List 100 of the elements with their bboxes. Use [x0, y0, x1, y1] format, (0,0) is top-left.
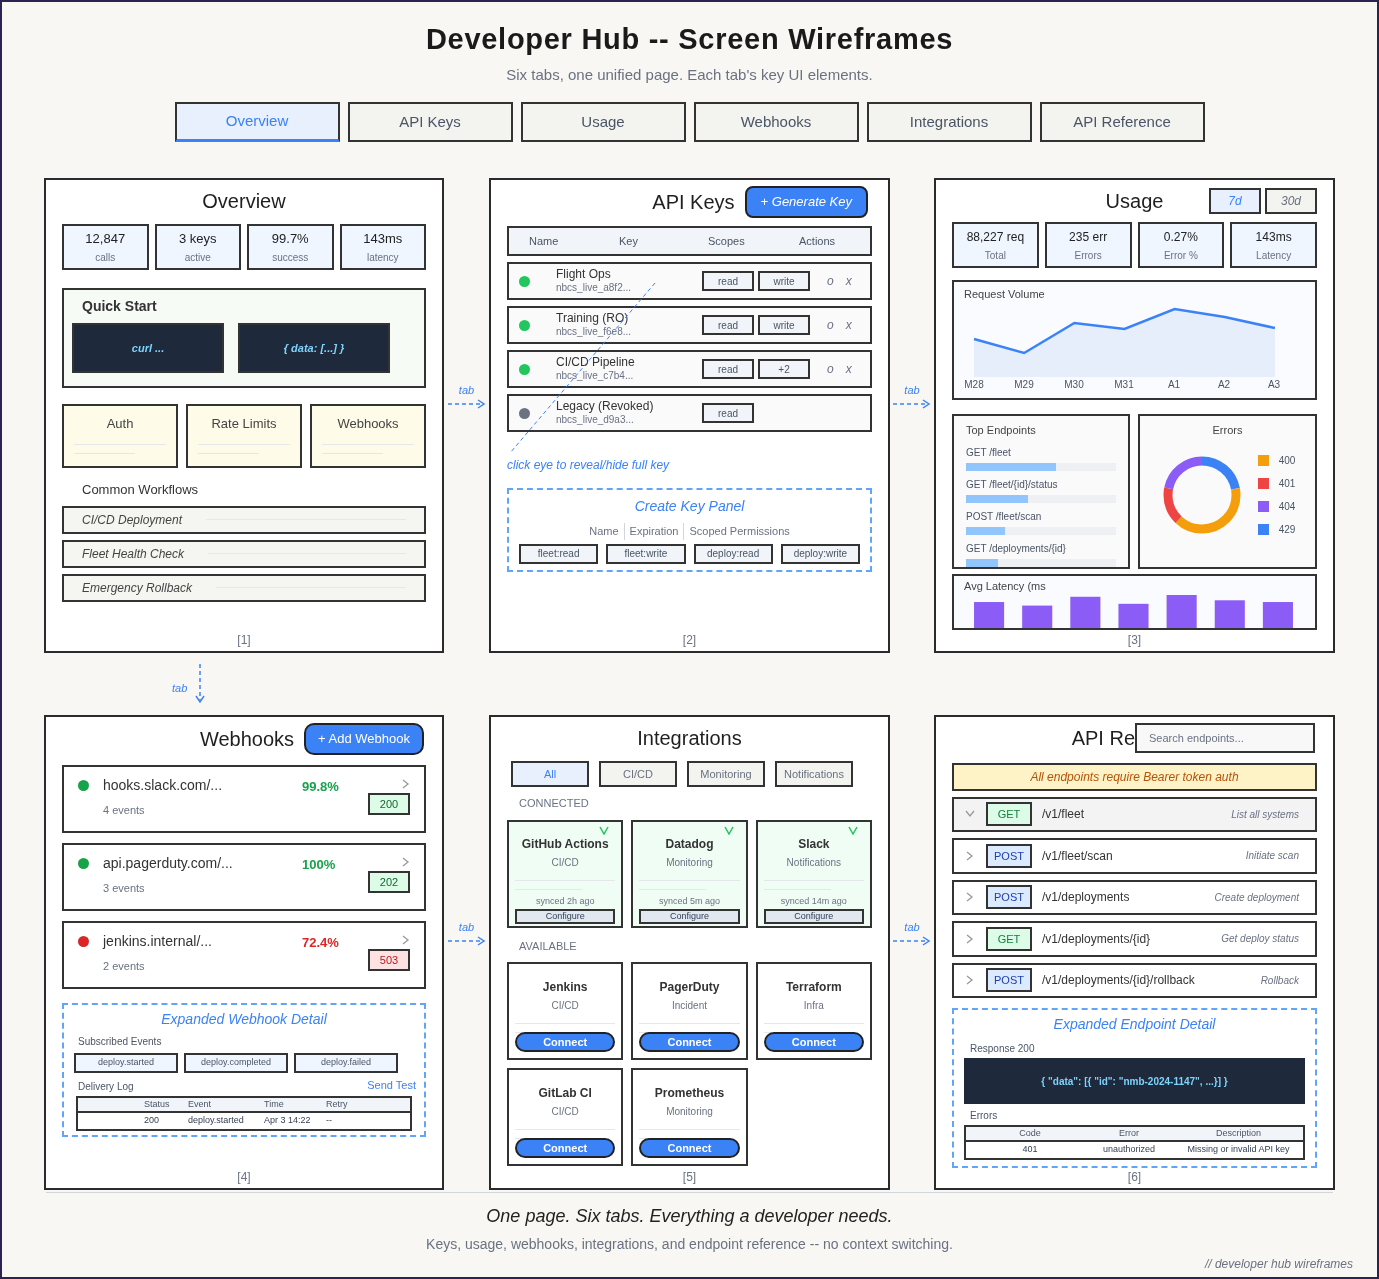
chart-title: Errors: [1212, 423, 1243, 438]
action-button[interactable]: o: [826, 360, 835, 378]
endpoint-description: Get deploy status: [1221, 932, 1299, 947]
action-button[interactable]: x: [844, 316, 853, 334]
configure-button[interactable]: Configure: [763, 908, 864, 924]
panel-title: Webhooks: [199, 727, 295, 752]
tab[interactable]: API Keys: [347, 102, 513, 142]
tab[interactable]: API Reference: [1039, 102, 1205, 142]
generate-key-button[interactable]: + Generate Key: [744, 186, 868, 218]
action-button[interactable]: o: [826, 272, 835, 290]
field-label: Expiration: [623, 523, 684, 540]
send-test-link[interactable]: Send Test: [367, 1077, 416, 1094]
dashed-arrow: [893, 935, 931, 946]
webhook-card[interactable]: jenkins.internal/... 2 events 72.4% 503: [62, 921, 426, 989]
sync-time: synced 5m ago: [658, 895, 720, 908]
permission-tag[interactable]: fleet:read: [519, 543, 599, 564]
stat-value: 0.27%: [1163, 228, 1198, 246]
endpoint-description: Create deployment: [1214, 890, 1299, 905]
action-button[interactable]: o: [826, 316, 835, 334]
permission-tag[interactable]: deploy:read: [693, 543, 773, 564]
chevron-icon: [966, 850, 974, 861]
endpoint-row[interactable]: GET /v1/fleet List all systems: [952, 796, 1317, 833]
endpoint-row[interactable]: GET /v1/deployments/{id} Get deploy status: [952, 921, 1317, 957]
integration-name: Jenkins: [542, 979, 588, 996]
integration-name: PagerDuty: [659, 979, 720, 996]
key-name: CI/CD Pipeline: [556, 355, 636, 371]
dashed-arrow: [447, 935, 486, 946]
axis-label: A2: [1216, 377, 1232, 392]
range-toggle[interactable]: 30d: [1265, 188, 1317, 214]
check-icon: [848, 825, 858, 835]
scope-tag: read: [702, 271, 754, 291]
column-header: Retry: [326, 1097, 349, 1111]
stat-label: latency: [366, 251, 399, 266]
filter-tab[interactable]: Notifications: [775, 761, 853, 787]
chart-title: Top Endpoints: [966, 423, 1037, 438]
connect-button[interactable]: Connect: [515, 1138, 616, 1158]
column-header: Time: [264, 1097, 285, 1111]
chevron-icon: [402, 935, 410, 945]
column-header: Error: [1118, 1127, 1140, 1141]
endpoint-path: /v1/fleet/scan: [1042, 847, 1113, 865]
stat-value: 99.7%: [271, 229, 309, 248]
key-value: nbcs_live_a8f2...: [556, 282, 633, 295]
guide-card[interactable]: Auth: [62, 404, 178, 468]
scope-tag: read: [702, 315, 754, 335]
endpoint-row[interactable]: POST /v1/deployments/{id}/rollback Rollback: [952, 962, 1317, 999]
configure-button[interactable]: Configure: [515, 908, 616, 924]
connect-button[interactable]: Connect: [763, 1032, 864, 1052]
workflow-item[interactable]: Fleet Health Check: [62, 539, 426, 568]
chevron-icon: [966, 933, 974, 944]
tab[interactable]: Usage: [520, 102, 686, 142]
integration-category: Incident: [671, 999, 707, 1013]
add-webhook-button[interactable]: + Add Webhook: [304, 723, 424, 755]
stat-value: 143ms: [1255, 228, 1292, 246]
panel-title: API Re: [1071, 726, 1135, 751]
stat-value: 3 keys: [178, 229, 217, 248]
tab[interactable]: Webhooks: [693, 102, 859, 142]
field-label: Scoped Permissions: [683, 523, 795, 540]
search-field[interactable]: Search endpoints...: [1135, 723, 1315, 753]
tab[interactable]: Integrations: [866, 102, 1032, 142]
configure-button[interactable]: Configure: [639, 908, 740, 924]
chevron-icon: [965, 810, 975, 819]
connect-button[interactable]: Connect: [515, 1032, 616, 1052]
action-button[interactable]: x: [844, 360, 853, 378]
column-header: Code: [1018, 1127, 1042, 1141]
permission-tag[interactable]: deploy:write: [780, 543, 860, 564]
dashed-arrow: [447, 398, 486, 409]
scope-tag: write: [758, 315, 810, 335]
integration-category: CI/CD: [551, 1105, 579, 1119]
guide-card[interactable]: Rate Limits: [186, 404, 302, 468]
key-name: Training (RO): [556, 311, 630, 327]
webhook-url: api.pagerduty.com/...: [103, 854, 234, 873]
endpoint-row[interactable]: POST /v1/deployments Create deployment: [952, 879, 1317, 916]
filter-tab[interactable]: Monitoring: [687, 761, 765, 787]
integration-category: CI/CD: [551, 855, 579, 870]
endpoint-row[interactable]: POST /v1/fleet/scan Initiate scan: [952, 838, 1317, 874]
endpoint-label: GET /fleet/{id}/status: [966, 477, 1059, 492]
panel-heading: Expanded Endpoint Detail: [1052, 1015, 1217, 1035]
event-count: 4 events: [103, 803, 146, 818]
panel-number: [5]: [681, 1169, 698, 1186]
panel-heading: Create Key Panel: [634, 497, 745, 516]
endpoint-path: /v1/fleet: [1042, 806, 1085, 824]
panel-number: [1]: [236, 632, 252, 649]
action-button[interactable]: x: [844, 272, 853, 290]
chevron-icon: [402, 779, 410, 789]
column-header: Status: [144, 1097, 171, 1111]
integration-name: Slack: [798, 835, 830, 853]
stat-value: 12,847: [85, 229, 126, 248]
permission-tag[interactable]: fleet:write: [606, 543, 686, 564]
connect-button[interactable]: Connect: [639, 1032, 740, 1052]
webhook-card[interactable]: hooks.slack.com/... 4 events 99.8% 200: [62, 765, 426, 833]
guide-card[interactable]: Webhooks: [310, 404, 426, 468]
filter-tab[interactable]: CI/CD: [599, 761, 677, 787]
webhook-card[interactable]: api.pagerduty.com/... 3 events 100% 202: [62, 843, 426, 911]
workflow-item[interactable]: CI/CD Deployment: [62, 505, 426, 534]
signature: // developer hub wireframes: [1204, 1256, 1353, 1273]
key-name: Legacy (Revoked): [556, 399, 655, 415]
workflow-item[interactable]: Emergency Rollback: [62, 573, 426, 602]
panel-title: Integrations: [636, 726, 743, 751]
connect-button[interactable]: Connect: [639, 1138, 740, 1158]
table-cell-text: Apr 3 14:22: [264, 1113, 312, 1127]
